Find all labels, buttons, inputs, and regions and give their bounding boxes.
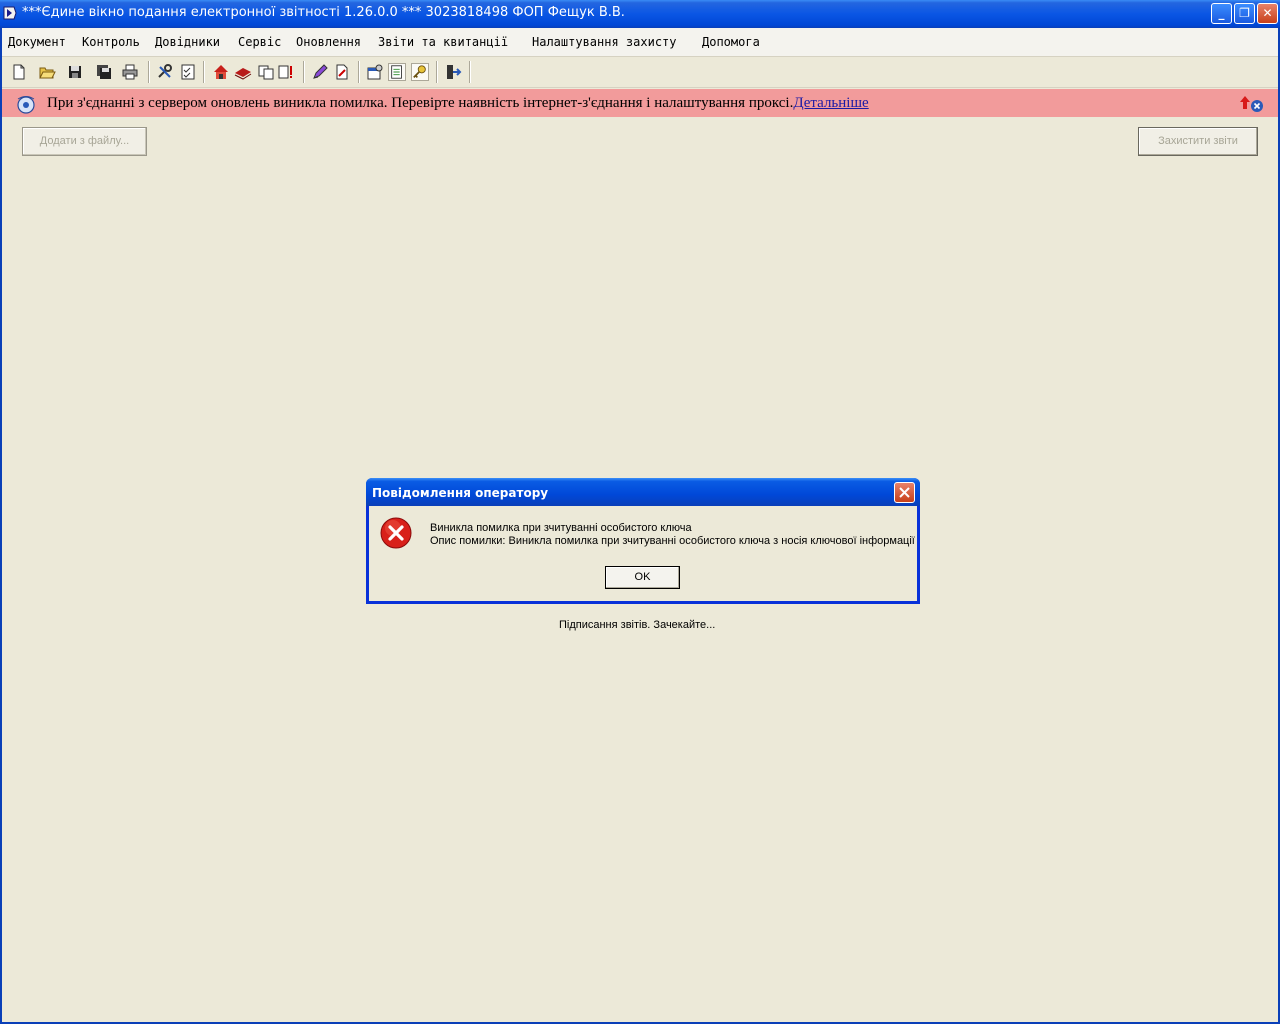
- close-banner-icon[interactable]: [1251, 100, 1263, 112]
- add-from-file-button[interactable]: Додати з файлу...: [22, 127, 147, 156]
- menu-help[interactable]: Допомога: [702, 35, 760, 49]
- dialog-title-bar: Повідомлення оператору: [366, 478, 920, 506]
- toolbar-separator: [148, 61, 150, 83]
- menu-protection-settings[interactable]: Налаштування захисту: [532, 35, 677, 49]
- document-list-icon[interactable]: [388, 63, 406, 81]
- menu-updates[interactable]: Оновлення: [296, 35, 361, 49]
- book-icon[interactable]: [234, 63, 252, 81]
- error-message: Виникла помилка при зчитуванні особистог…: [430, 522, 692, 534]
- title-bar: ***Єдине вікно подання електронної звітн…: [0, 0, 1280, 28]
- menu-bar: Документ Контроль Довідники Сервіс Оновл…: [2, 28, 1278, 57]
- toolbar-separator: [469, 61, 471, 83]
- menu-control[interactable]: Контроль: [82, 35, 140, 49]
- error-icon: [380, 517, 412, 549]
- restore-button[interactable]: ❐: [1234, 3, 1255, 24]
- edit-icon[interactable]: [311, 63, 329, 81]
- exit-icon[interactable]: [444, 63, 462, 81]
- arrow-up-icon[interactable]: [1240, 96, 1250, 109]
- dialog-title: Повідомлення оператору: [372, 486, 549, 500]
- app-icon: [3, 6, 17, 20]
- close-icon: [899, 487, 910, 498]
- save-icon[interactable]: [66, 63, 84, 81]
- toolbar-separator: [303, 61, 305, 83]
- close-icon: ✕: [1262, 6, 1273, 20]
- update-error-banner: При з'єднанні з сервером оновлень виникл…: [2, 89, 1278, 117]
- warning-doc-icon[interactable]: [277, 63, 295, 81]
- toolbar-separator: [436, 61, 438, 83]
- settings-window-icon[interactable]: [366, 63, 384, 81]
- checklist-icon[interactable]: [179, 63, 197, 81]
- restore-icon: ❐: [1239, 6, 1250, 20]
- open-folder-icon[interactable]: [38, 63, 56, 81]
- connection-icon: [17, 96, 35, 114]
- pdf-icon[interactable]: [333, 63, 351, 81]
- copy-icon[interactable]: [257, 63, 275, 81]
- banner-message: При з'єднанні з сервером оновлень виникл…: [47, 95, 869, 112]
- error-description: Опис помилки: Виникла помилка при зчитув…: [430, 535, 915, 547]
- window-frame-left: [0, 28, 2, 1024]
- ok-button[interactable]: OK: [605, 566, 680, 589]
- minimize-icon: _: [1218, 6, 1225, 20]
- close-button[interactable]: ✕: [1257, 3, 1278, 24]
- home-icon[interactable]: [212, 63, 230, 81]
- save-all-icon[interactable]: [95, 63, 113, 81]
- key-icon[interactable]: [411, 63, 429, 81]
- minimize-button[interactable]: _: [1211, 3, 1232, 24]
- banner-actions: [1240, 96, 1263, 112]
- window-title: ***Єдине вікно подання електронної звітн…: [22, 5, 625, 20]
- signing-status: Підписання звітів. Зачекайте...: [559, 619, 716, 631]
- menu-reports-receipts[interactable]: Звіти та квитанції: [378, 35, 508, 49]
- new-doc-icon[interactable]: [10, 63, 28, 81]
- dialog-body: Виникла помилка при зчитуванні особистог…: [369, 506, 917, 601]
- protect-reports-button[interactable]: Захистити звіти: [1138, 127, 1258, 156]
- menu-directories[interactable]: Довідники: [155, 35, 220, 49]
- toolbar-separator: [358, 61, 360, 83]
- toolbar-separator: [203, 61, 205, 83]
- print-icon[interactable]: [121, 63, 139, 81]
- details-link[interactable]: Детальніше: [793, 95, 868, 111]
- menu-service[interactable]: Сервіс: [238, 35, 281, 49]
- toolbar: [2, 57, 1278, 88]
- menu-document[interactable]: Документ: [8, 35, 66, 49]
- banner-message-text: При з'єднанні з сервером оновлень виникл…: [47, 95, 794, 111]
- operator-message-dialog: Повідомлення оператору Виникла помилка п…: [366, 478, 920, 604]
- tools-icon[interactable]: [156, 63, 174, 81]
- dialog-close-button[interactable]: [894, 482, 915, 503]
